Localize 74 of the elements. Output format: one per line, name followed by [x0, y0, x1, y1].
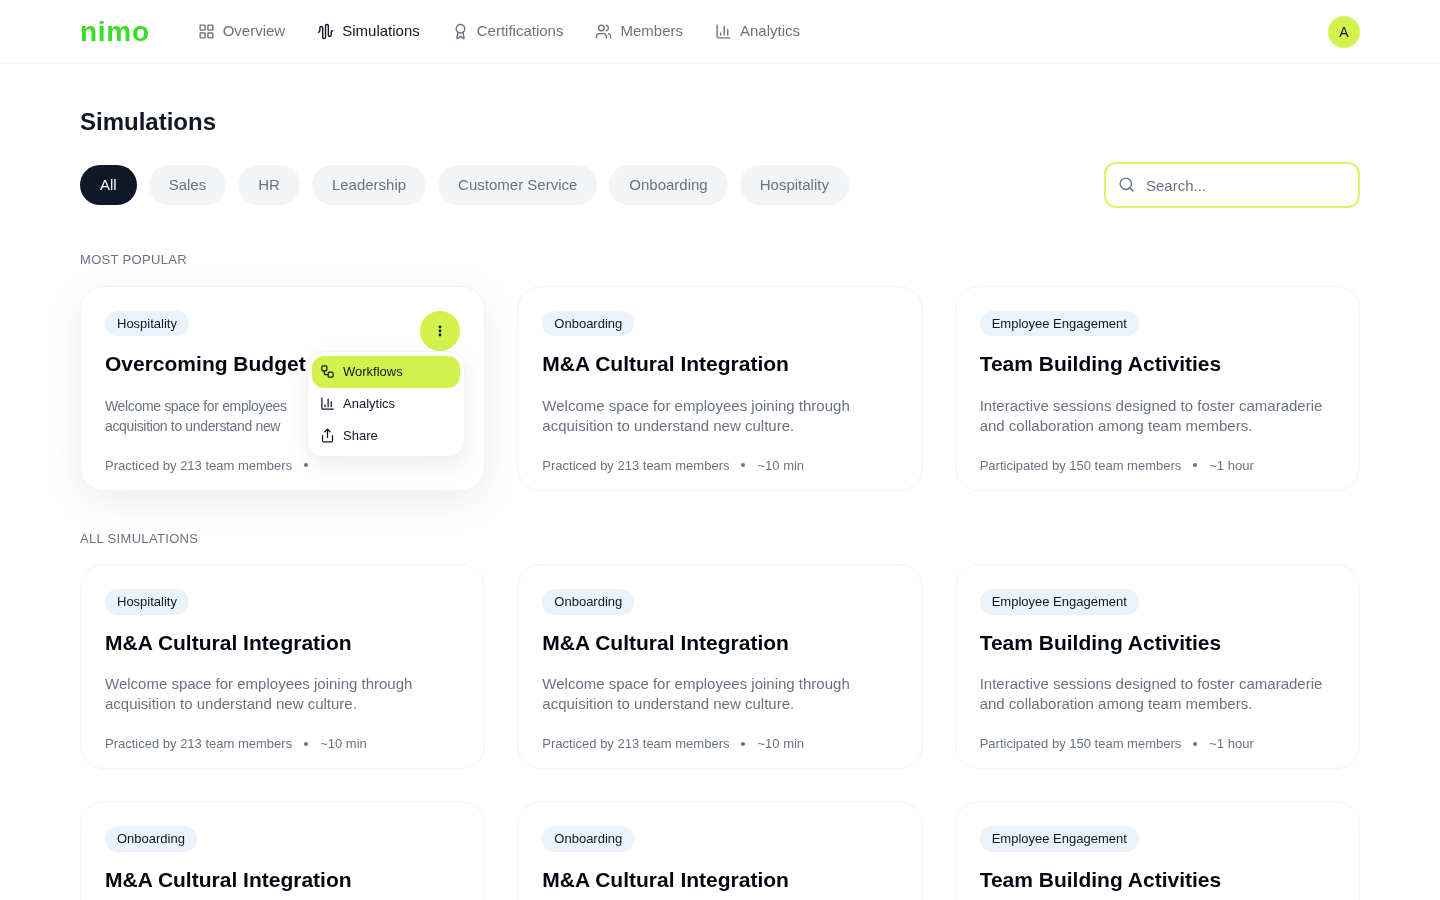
card-description: Interactive sessions designed to foster camaraderie and collaboration among team members. [979, 395, 1324, 436]
simulation-card[interactable]: Employee Engagement Team Building Activities [954, 801, 1360, 900]
filter-chip[interactable]: Customer Service [438, 165, 598, 205]
members-count: Practiced by 213 team members [105, 456, 293, 475]
share-icon [320, 428, 335, 443]
category-tag: Onboarding [542, 826, 635, 852]
card-description: Welcome space for employees joining through acquisition to understand new culture. [542, 674, 851, 714]
more-button[interactable] [420, 310, 461, 351]
users-icon [595, 23, 613, 40]
nav-link[interactable]: Overview [197, 20, 286, 43]
card-description: Welcome space for employees joining through acquisition to understand new culture. [542, 395, 851, 436]
duration: ~1 hour [1209, 735, 1254, 753]
card-title: Team Building Activities [979, 351, 1222, 377]
card-title: M&A Cultural Integration [542, 629, 789, 656]
section-heading: ALL SIMULATIONS [80, 529, 200, 548]
card-description: Interactive sessions designed to foster camaraderie and collaboration among team members. [979, 674, 1324, 714]
filter-chip[interactable]: Sales [148, 165, 227, 205]
simulation-card[interactable]: Onboarding M&A Cultural Integration Welcome space for employees joining through acquisition to understand new culture. Practiced by 213 team members ~10 min [517, 564, 923, 769]
simulation-card[interactable]: Onboarding M&A Cultural Integration [80, 801, 486, 900]
more-icon [438, 324, 443, 337]
members-count: Practiced by 213 team members [542, 735, 730, 753]
category-tag: Onboarding [542, 589, 635, 615]
card-title: Team Building Activities [979, 629, 1222, 656]
menu-item[interactable]: Workflows [312, 355, 460, 388]
simulation-card[interactable]: Onboarding M&A Cultural Integration [517, 801, 923, 900]
members-count: Participated by 150 team members [979, 735, 1182, 753]
menu-item[interactable]: Share [312, 419, 460, 452]
category-tag: Hospitality [105, 589, 189, 615]
grid-icon [197, 23, 215, 40]
members-count: Practiced by 213 team members [105, 735, 293, 753]
menu-item[interactable]: Analytics [312, 387, 460, 420]
search-icon [1118, 176, 1135, 193]
filter-chip[interactable]: Leadership [311, 165, 427, 205]
members-count: Practiced by 213 team members [542, 456, 730, 475]
category-tag: Hospitality [105, 310, 189, 336]
simulation-card[interactable]: Hospitality Overcoming Budget Welcome space for employees acquisition to understand new Practiced by 213 team members Workflows Analytics Share [80, 285, 486, 491]
card-title: M&A Cultural Integration [105, 866, 352, 893]
section-heading: MOST POPULAR [80, 251, 188, 269]
filter-chip[interactable]: Hospitality [739, 165, 849, 205]
simulation-card[interactable]: Hospitality M&A Cultural Integration Welcome space for employees joining through acquisition to understand new culture. Practiced by 213 team members ~10 min [80, 564, 486, 769]
card-title: M&A Cultural Integration [542, 351, 789, 377]
nav-link[interactable]: Members [595, 20, 683, 43]
simulation-card[interactable]: Onboarding M&A Cultural Integration Welcome space for employees joining through acquisition to understand new culture. Practiced by 213 team members ~10 min [517, 285, 923, 491]
duration: ~10 min [320, 735, 367, 753]
category-tag: Employee Engagement [979, 310, 1139, 336]
filter-chip[interactable]: All [80, 165, 137, 205]
members-count: Participated by 150 team members [979, 456, 1182, 475]
search-field[interactable]: Search... [1104, 162, 1360, 208]
card-description: Welcome space for employees acquisition to understand new [105, 396, 288, 436]
card-title: M&A Cultural Integration [542, 866, 789, 893]
nav-link[interactable]: Certifications [451, 20, 564, 43]
filter-chip[interactable]: HR [238, 165, 300, 205]
duration: ~10 min [757, 456, 805, 475]
category-tag: Onboarding [542, 310, 635, 336]
card-title: M&A Cultural Integration [105, 629, 352, 656]
simulation-card[interactable]: Employee Engagement Team Building Activities Interactive sessions designed to foster camaraderie and collaboration among team members. Participated by 150 team members ~1 hour [954, 285, 1360, 491]
duration: ~10 min [757, 735, 805, 753]
duration: ~1 hour [1209, 456, 1254, 475]
nav-link[interactable]: Analytics [714, 20, 800, 43]
waveform-icon [317, 23, 335, 40]
card-title: Team Building Activities [979, 866, 1222, 893]
category-tag: Onboarding [105, 826, 197, 852]
bar-chart-icon [714, 23, 732, 40]
user-avatar[interactable]: A [1328, 15, 1360, 48]
bar-chart-icon [320, 396, 335, 411]
nav-link[interactable]: Simulations [317, 20, 420, 43]
filter-chip[interactable]: Onboarding [609, 165, 728, 205]
card-description: Welcome space for employees joining through acquisition to understand new culture. [105, 674, 414, 714]
category-tag: Employee Engagement [979, 589, 1139, 615]
card-title: Overcoming Budget [105, 351, 306, 377]
simulation-card[interactable]: Employee Engagement Team Building Activities Interactive sessions designed to foster camaraderie and collaboration among team members. Participated by 150 team members ~1 hour [954, 564, 1360, 769]
category-tag: Employee Engagement [979, 826, 1139, 852]
workflow-icon [320, 364, 335, 379]
page-title: Simulations [80, 107, 218, 137]
